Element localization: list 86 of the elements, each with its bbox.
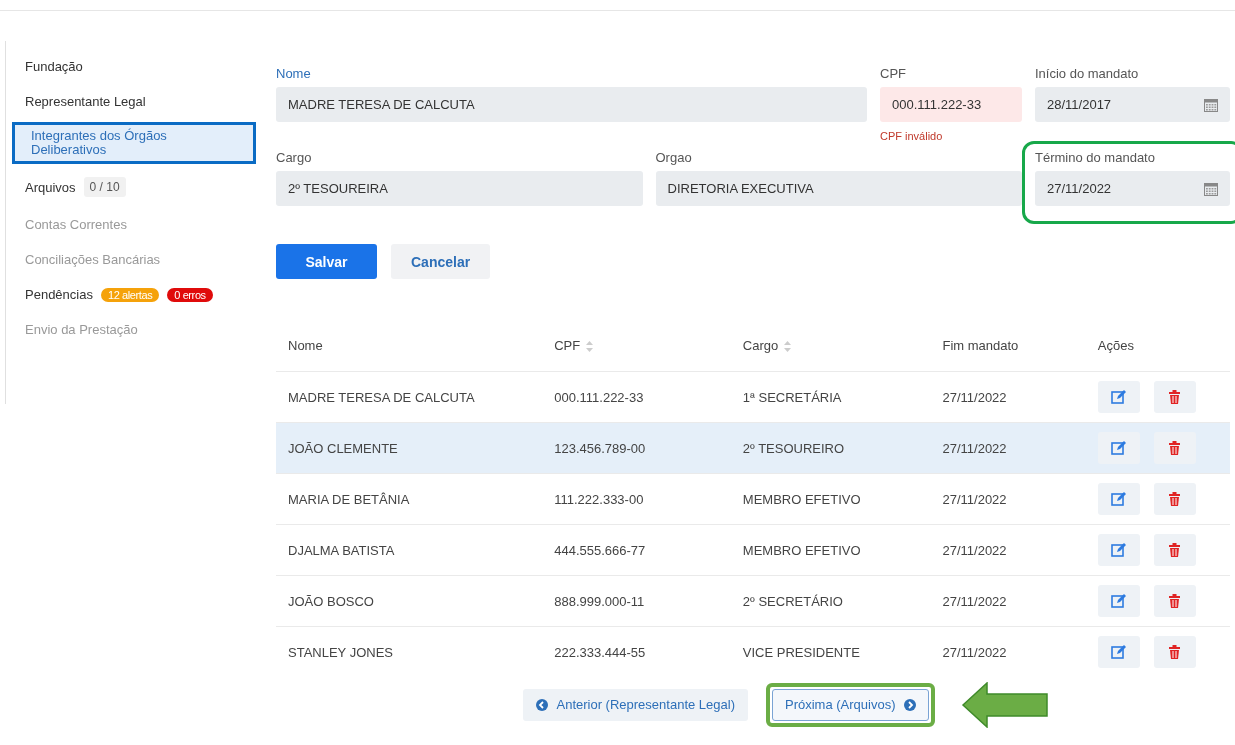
table-cell: 27/11/2022 xyxy=(942,542,1007,558)
table-cell: JOÃO BOSCO xyxy=(288,593,374,609)
input-field[interactable]: 000.111.222-33 xyxy=(880,87,1022,122)
trash-icon xyxy=(1169,594,1181,608)
table-cell: VICE PRESIDENTE xyxy=(742,644,860,660)
date-field[interactable]: 27/11/2022 xyxy=(1035,171,1230,206)
field-label: Término do mandato xyxy=(1035,150,1155,165)
table-cell: MEMBRO EFETIVO xyxy=(742,542,861,558)
trash-icon xyxy=(1169,441,1181,455)
sidebar-item[interactable]: Arquivos 0 / 10 xyxy=(6,170,256,204)
delete-button[interactable] xyxy=(1153,585,1196,617)
chevron-left-icon xyxy=(536,698,549,711)
table-cell: 27/11/2022 xyxy=(942,644,1007,660)
field-label: CPF xyxy=(880,66,906,81)
edit-icon xyxy=(1111,542,1127,558)
table-cell: 2º SECRETÁRIO xyxy=(742,593,843,609)
table-cell: STANLEY JONES xyxy=(288,644,393,660)
table-cell: JOÃO CLEMENTE xyxy=(288,440,398,456)
edit-icon xyxy=(1111,440,1127,456)
table-cell: 000.111.222-33 xyxy=(554,389,644,405)
count-badge: 0 / 10 xyxy=(83,177,126,197)
edit-button[interactable] xyxy=(1097,636,1140,669)
delete-button[interactable] xyxy=(1153,381,1196,413)
edit-icon xyxy=(1111,389,1127,405)
previous-button[interactable]: Anterior (Representante Legal) xyxy=(523,688,748,721)
edit-button[interactable] xyxy=(1097,585,1140,617)
table-cell: 1ª SECRETÁRIA xyxy=(742,389,842,405)
table-cell: 2º TESOUREIRO xyxy=(742,440,845,456)
chevron-right-icon xyxy=(903,698,916,711)
field-label: Início do mandato xyxy=(1035,66,1139,81)
table-cell: MADRE TERESA DE CALCUTA xyxy=(288,389,475,405)
sidebar-item-label: Pendências xyxy=(25,287,93,302)
edit-icon xyxy=(1111,491,1127,507)
table-cell: 27/11/2022 xyxy=(942,593,1007,609)
trash-icon xyxy=(1169,543,1181,557)
table-cell: 27/11/2022 xyxy=(942,389,1007,405)
column-header: Fim mandato xyxy=(942,337,1019,353)
status-badge: 12 alertas xyxy=(100,287,160,302)
delete-button[interactable] xyxy=(1153,534,1196,566)
edit-button[interactable] xyxy=(1097,534,1140,566)
column-header[interactable]: CPF xyxy=(554,337,581,353)
table-cell: DJALMA BATISTA xyxy=(288,542,395,558)
sidebar-item-label: Arquivos xyxy=(25,179,76,195)
field-label: Orgao xyxy=(655,150,692,165)
table-cell: 111.222.333-00 xyxy=(554,491,644,507)
calendar-icon[interactable] xyxy=(1204,181,1218,196)
trash-icon xyxy=(1169,390,1181,404)
table-cell: 444.555.666-77 xyxy=(554,542,646,558)
sort-icon[interactable] xyxy=(784,340,792,352)
trash-icon xyxy=(1169,645,1181,660)
edit-icon xyxy=(1111,593,1127,609)
field-label: Cargo xyxy=(276,150,312,165)
input-field[interactable]: 2º TESOUREIRA xyxy=(276,171,643,206)
input-field[interactable]: MADRE TERESA DE CALCUTA xyxy=(276,87,867,122)
cancel-button[interactable]: Cancelar xyxy=(391,244,491,279)
table-cell: 123.456.789-00 xyxy=(554,440,646,456)
sidebar-item[interactable]: Fundação xyxy=(6,52,256,81)
error-message: CPF inválido xyxy=(880,130,943,142)
table-cell: 888.999.000-11 xyxy=(554,593,645,609)
status-badge: 0 erros xyxy=(167,287,213,302)
edit-button[interactable] xyxy=(1097,381,1140,413)
sidebar-item[interactable]: Representante Legal xyxy=(6,87,256,116)
delete-button[interactable] xyxy=(1153,432,1196,464)
calendar-icon[interactable] xyxy=(1204,97,1218,112)
edit-button[interactable] xyxy=(1097,483,1140,515)
save-button[interactable]: Salvar xyxy=(276,244,377,279)
next-button[interactable]: Próxima (Arquivos) xyxy=(772,688,929,721)
column-header[interactable]: Cargo xyxy=(742,337,779,353)
input-field[interactable]: DIRETORIA EXECUTIVA xyxy=(655,171,1022,206)
delete-button[interactable] xyxy=(1153,636,1196,669)
column-header: Ações xyxy=(1097,337,1134,353)
sidebar-item[interactable]: Pendências 12 alertas 0 erros xyxy=(6,280,256,309)
edit-icon xyxy=(1111,644,1127,660)
sidebar-item[interactable]: Integrantes dos Órgãos Deliberativos xyxy=(12,122,256,164)
delete-button[interactable] xyxy=(1153,483,1196,515)
edit-button[interactable] xyxy=(1097,432,1140,464)
table-cell: 27/11/2022 xyxy=(942,440,1007,456)
table-cell: MARIA DE BETÂNIA xyxy=(288,491,410,507)
trash-icon xyxy=(1169,492,1181,506)
table-cell: MEMBRO EFETIVO xyxy=(742,491,861,507)
table-cell: 27/11/2022 xyxy=(942,491,1007,507)
table-cell: 222.333.444-55 xyxy=(554,644,646,660)
field-label: Nome xyxy=(276,66,311,81)
date-field[interactable]: 28/11/2017 xyxy=(1035,87,1230,122)
sort-icon[interactable] xyxy=(586,340,594,352)
column-header: Nome xyxy=(288,337,323,353)
